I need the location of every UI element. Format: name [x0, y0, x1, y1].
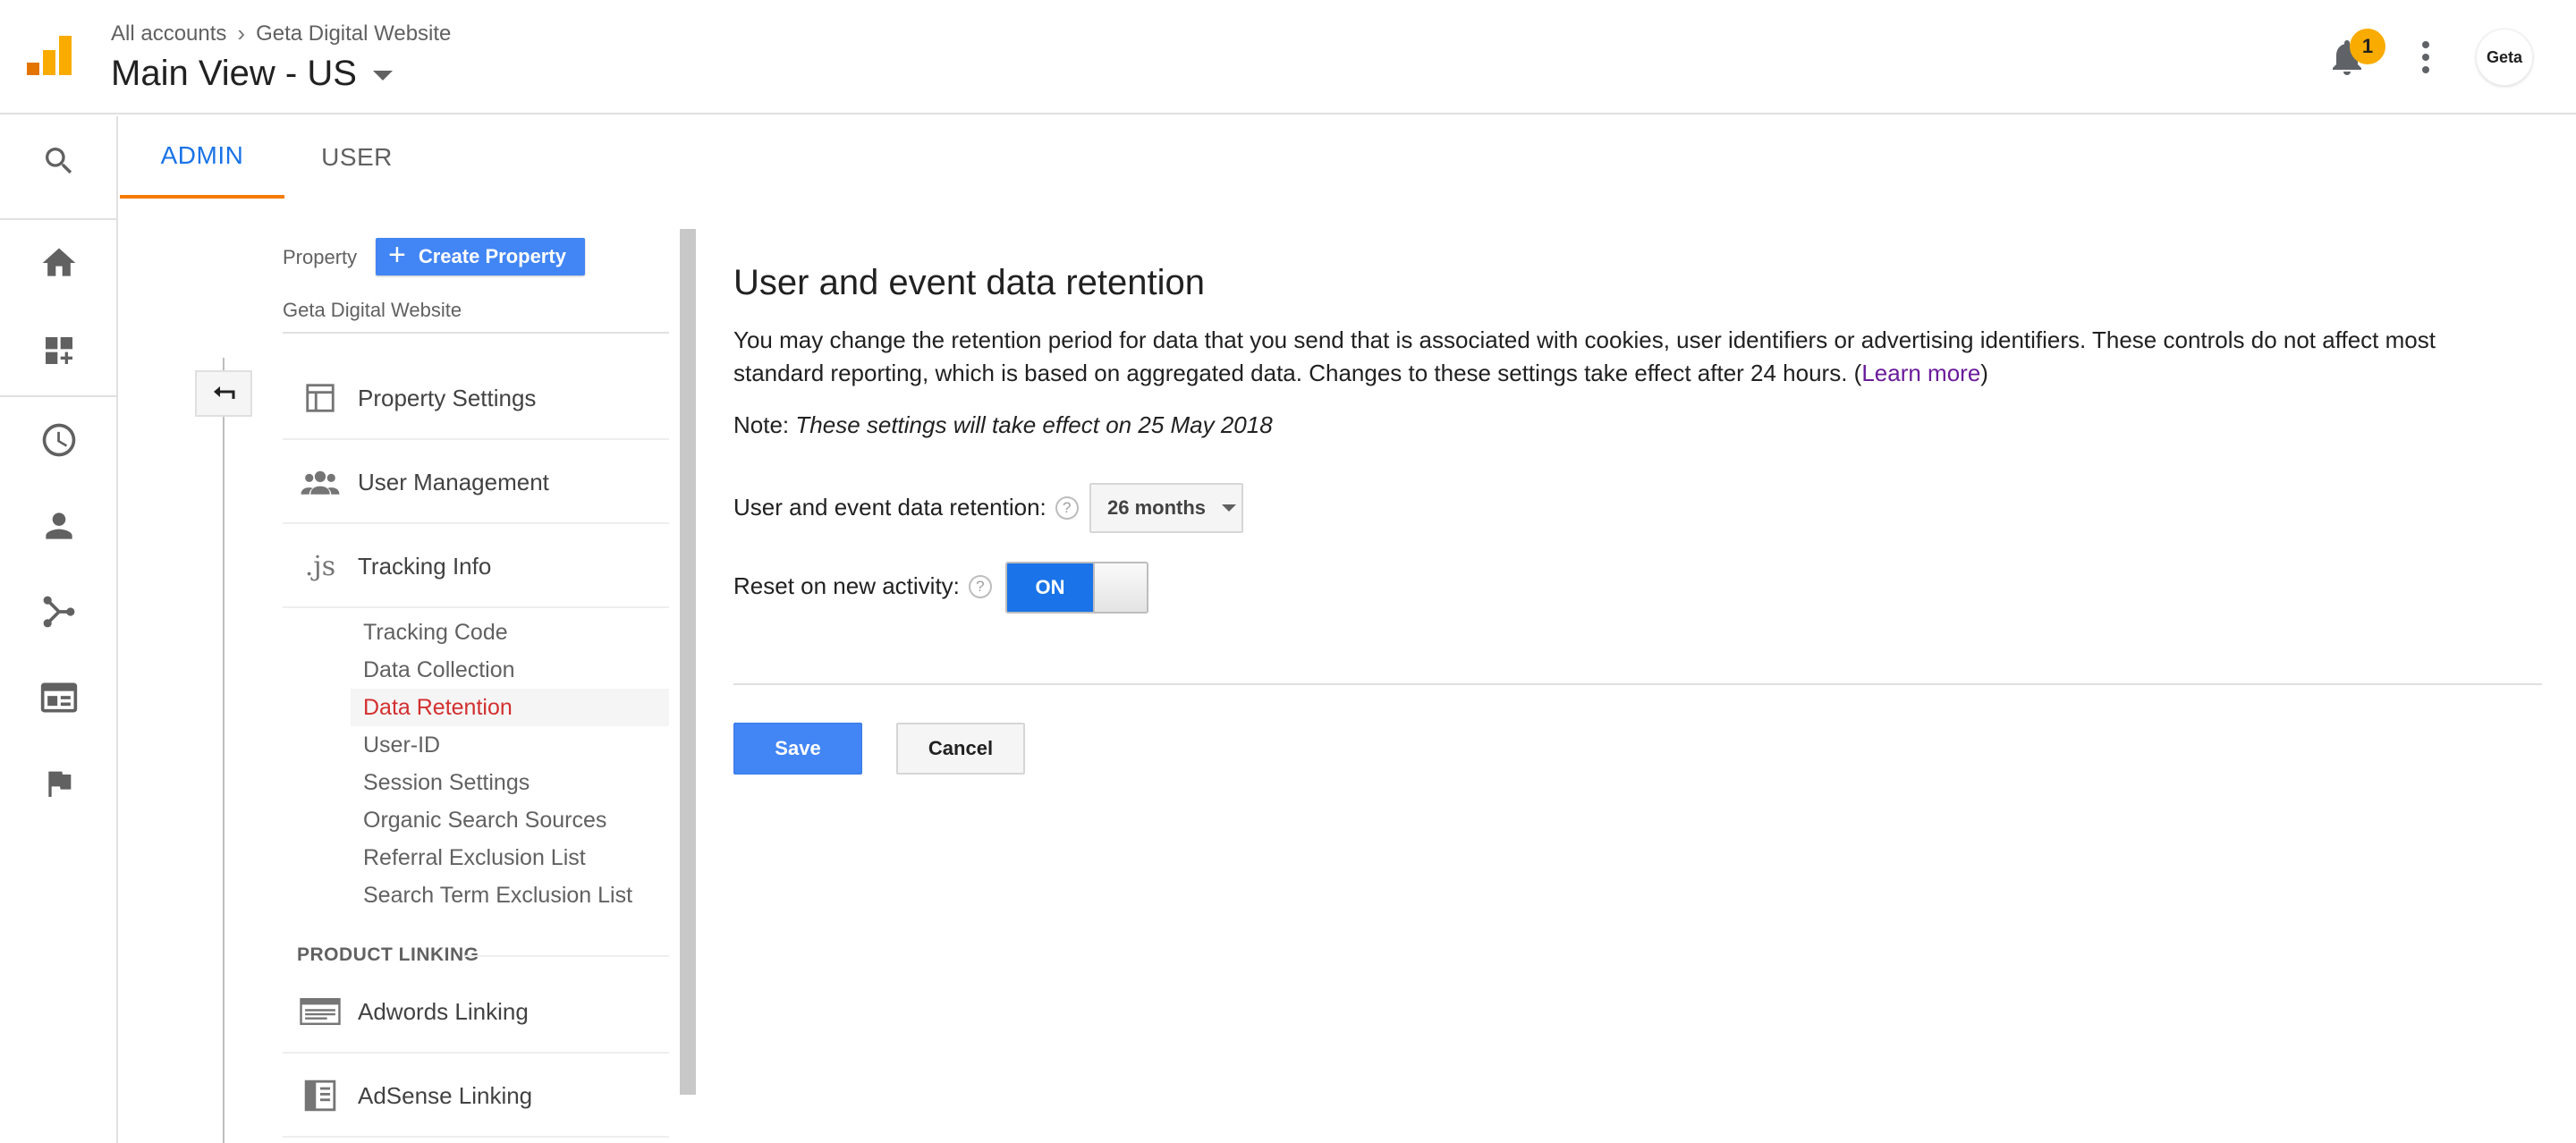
section-title: User and event data retention [733, 263, 1206, 302]
nav-adwords-linking[interactable]: Adwords Linking [283, 969, 669, 1054]
sub-item-data-collection[interactable]: Data Collection [363, 652, 515, 688]
home-icon[interactable] [0, 220, 118, 306]
acquisition-icon[interactable] [0, 569, 118, 655]
left-rail [0, 116, 118, 1143]
retention-period-select[interactable]: 26 months [1089, 483, 1243, 533]
realtime-clock-icon[interactable] [0, 397, 118, 483]
search-icon[interactable] [0, 118, 118, 204]
notification-badge: 1 [2350, 29, 2385, 64]
audience-person-icon[interactable] [0, 483, 118, 569]
page-title: Main View - US [111, 54, 357, 93]
sub-item-organic-search-sources[interactable]: Organic Search Sources [363, 802, 606, 838]
nav-tracking-info[interactable]: .js Tracking Info [283, 524, 669, 608]
reset-on-activity-toggle[interactable]: ON [1005, 562, 1148, 614]
reset-label: Reset on new activity: ? [733, 572, 992, 600]
adsense-icon [283, 1054, 358, 1138]
create-property-button[interactable]: + Create Property [376, 238, 585, 275]
property-label: Property [283, 246, 358, 268]
app-header: All accounts › Geta Digital Website Main… [0, 0, 2576, 114]
chevron-right-icon: › [237, 20, 246, 47]
cancel-button[interactable]: Cancel [896, 723, 1025, 775]
nav-property-settings[interactable]: Property Settings [283, 356, 669, 440]
nav-user-management[interactable]: User Management [283, 440, 669, 524]
analytics-logo-icon[interactable] [27, 34, 73, 80]
description: You may change the retention period for … [733, 326, 2436, 386]
view-selector[interactable]: Main View - US [111, 54, 393, 94]
help-icon[interactable]: ? [968, 574, 992, 598]
divider [283, 332, 669, 334]
sub-item-tracking-code[interactable]: Tracking Code [363, 614, 508, 650]
sub-item-session-settings[interactable]: Session Settings [363, 765, 530, 800]
sub-item-user-id[interactable]: User-ID [363, 727, 440, 763]
adwords-icon [283, 969, 358, 1054]
conversions-flag-icon[interactable] [0, 741, 118, 826]
sub-item-referral-exclusion-list[interactable]: Referral Exclusion List [363, 840, 586, 876]
toggle-knob [1093, 563, 1147, 612]
customization-icon[interactable] [0, 308, 118, 394]
plus-icon: + [388, 238, 406, 272]
toggle-on-label: ON [1007, 563, 1093, 612]
behavior-icon[interactable] [0, 655, 118, 741]
user-management-icon [283, 440, 358, 524]
retention-label: User and event data retention: ? [733, 494, 1079, 521]
effective-date-note: Note: These settings will take effect on… [733, 411, 1273, 438]
breadcrumb: All accounts › Geta Digital Website [111, 20, 451, 47]
nav-adsense-linking[interactable]: AdSense Linking [283, 1054, 669, 1138]
avatar[interactable]: Geta [2476, 29, 2533, 86]
property-settings-icon [283, 356, 358, 440]
nav-scrollbar[interactable] [680, 229, 696, 1095]
caret-down-icon [1222, 504, 1237, 512]
sub-item-search-term-exclusion-list[interactable]: Search Term Exclusion List [363, 877, 632, 913]
divider [465, 955, 669, 957]
learn-more-link[interactable]: Learn more [1861, 360, 1980, 386]
back-arrow-icon [214, 386, 235, 399]
caret-down-icon [372, 71, 393, 80]
js-icon: .js [304, 550, 336, 582]
more-vert-icon[interactable] [2415, 36, 2436, 79]
divider [283, 606, 669, 608]
property-name: Geta Digital Website [283, 299, 462, 321]
help-icon[interactable]: ? [1055, 495, 1079, 520]
breadcrumb-property[interactable]: Geta Digital Website [256, 21, 451, 47]
section-header-product-linking: PRODUCT LINKING [297, 944, 479, 965]
breadcrumb-all-accounts[interactable]: All accounts [111, 21, 226, 47]
divider [733, 683, 2542, 685]
tree-connector [223, 358, 225, 1143]
back-button[interactable] [195, 370, 252, 417]
save-button[interactable]: Save [733, 723, 862, 775]
tab-admin[interactable]: ADMIN [120, 116, 284, 199]
sub-item-data-retention[interactable]: Data Retention [363, 690, 513, 725]
divider [283, 1136, 669, 1138]
tab-user[interactable]: USER [284, 116, 429, 199]
